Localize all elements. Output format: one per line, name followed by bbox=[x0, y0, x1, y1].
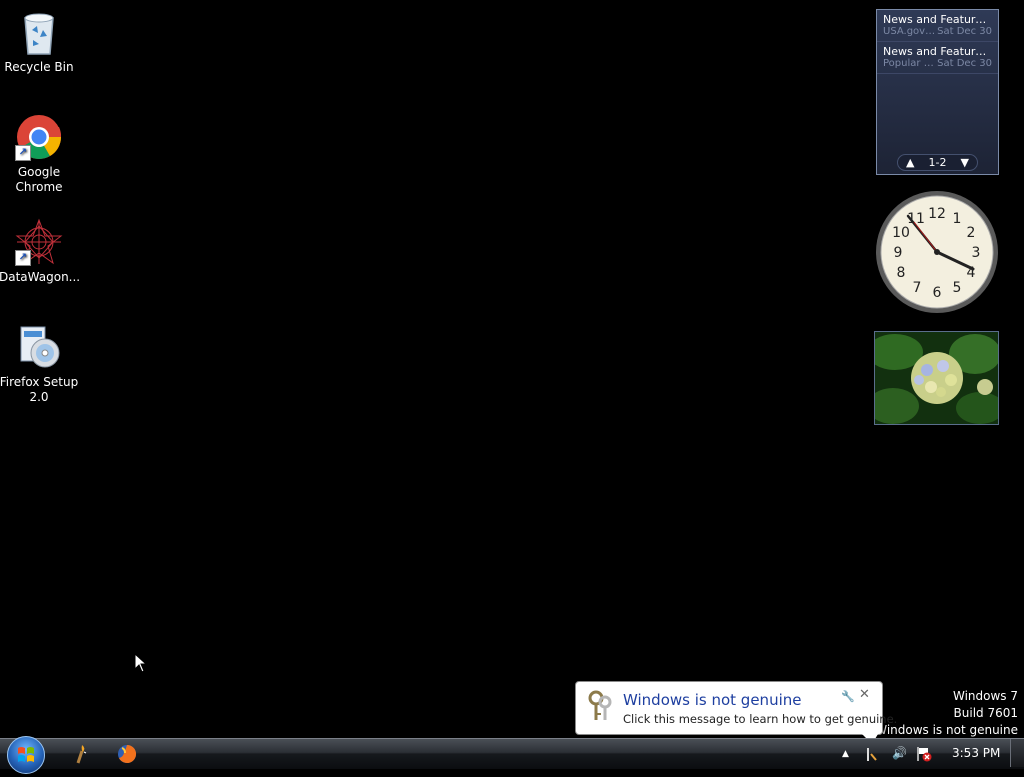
clock-numeral: 3 bbox=[972, 245, 981, 261]
close-icon[interactable]: ✕ bbox=[859, 687, 870, 702]
desktop-icon-firefox-setup[interactable]: Firefox Setup 2.0 bbox=[0, 323, 79, 405]
feed-item[interactable]: News and Feature... Popular G... Sat Dec … bbox=[877, 42, 998, 74]
clock-numeral: 8 bbox=[897, 265, 906, 281]
slideshow-gadget[interactable] bbox=[874, 331, 999, 425]
feed-item[interactable]: News and Features f... USA.gov U...Sat D… bbox=[877, 10, 998, 42]
firefox-setup-label: Firefox Setup 2.0 bbox=[0, 375, 79, 404]
hydrangea-photo bbox=[875, 332, 998, 424]
google-chrome-label: Google Chrome bbox=[15, 165, 63, 194]
feed-next-arrow-icon[interactable]: ▼ bbox=[960, 156, 968, 169]
clock-numeral: 9 bbox=[894, 245, 903, 261]
taskbar-firefox-icon[interactable] bbox=[116, 743, 138, 765]
shortcut-arrow-icon: ↗ bbox=[15, 250, 31, 266]
feed-item-title: News and Features f... bbox=[883, 13, 992, 26]
clock-gadget[interactable]: 12 1 2 3 4 5 6 7 8 9 10 11 bbox=[874, 189, 1000, 315]
feed-item-title: News and Feature... bbox=[883, 45, 992, 58]
notification-title: Windows is not genuine bbox=[623, 691, 802, 709]
clock-numeral: 6 bbox=[933, 285, 942, 301]
recycle-bin-label: Recycle Bin bbox=[4, 60, 74, 74]
watermark-os: Windows 7 bbox=[952, 689, 1018, 703]
feed-pager: ▲ 1-2 ▼ bbox=[877, 150, 998, 174]
installer-icon bbox=[15, 323, 63, 371]
feed-headlines-gadget: News and Features f... USA.gov U...Sat D… bbox=[876, 9, 999, 175]
desktop-icon-recycle-bin[interactable]: Recycle Bin bbox=[0, 8, 79, 75]
feed-prev-arrow-icon[interactable]: ▲ bbox=[906, 156, 914, 169]
tray-warning-icon[interactable] bbox=[864, 746, 878, 765]
taskbar: ▲ 🔊 bbox=[0, 736, 1024, 774]
clock-numeral: 12 bbox=[928, 206, 946, 222]
feed-item-date: Sat Dec 30 bbox=[937, 58, 992, 69]
start-button[interactable] bbox=[7, 736, 45, 774]
datawagon-label: DataWagon... bbox=[0, 270, 81, 284]
desktop-icon-google-chrome[interactable]: ↗ Google Chrome bbox=[0, 113, 79, 195]
clock-numeral: 7 bbox=[913, 280, 922, 296]
notification-message: Click this message to learn how to get g… bbox=[623, 712, 898, 726]
keys-icon bbox=[586, 690, 616, 726]
feed-page-indicator: 1-2 bbox=[928, 155, 947, 169]
recycle-bin-icon bbox=[15, 8, 63, 56]
show-desktop-button[interactable] bbox=[1010, 739, 1024, 767]
desktop-icon-datawagon[interactable]: ↗ DataWagon... bbox=[0, 218, 81, 285]
mouse-cursor-icon bbox=[134, 653, 148, 673]
volume-icon[interactable]: 🔊 bbox=[892, 746, 907, 760]
taskbar-app-torch-icon[interactable] bbox=[70, 743, 92, 765]
clock-numeral: 5 bbox=[953, 280, 962, 296]
feed-item-source: Popular G... bbox=[883, 58, 938, 69]
shortcut-arrow-icon: ↗ bbox=[15, 145, 31, 161]
chrome-icon: ↗ bbox=[15, 113, 63, 161]
clock-numeral: 2 bbox=[967, 225, 976, 241]
action-center-flag-icon[interactable] bbox=[916, 746, 932, 765]
not-genuine-notification[interactable]: Windows is not genuine Click this messag… bbox=[575, 681, 897, 744]
options-wrench-icon[interactable]: 🔧 bbox=[841, 690, 855, 703]
datawagon-icon: ↗ bbox=[15, 218, 63, 266]
clock-numeral: 1 bbox=[953, 211, 962, 227]
taskbar-clock[interactable]: 3:53 PM bbox=[952, 746, 1000, 760]
feed-item-source: USA.gov U... bbox=[883, 26, 937, 37]
show-hidden-icons-chevron-icon[interactable]: ▲ bbox=[842, 749, 849, 759]
feed-item-date: Sat Dec 30 bbox=[937, 26, 992, 37]
clock-numeral: 10 bbox=[892, 225, 910, 241]
